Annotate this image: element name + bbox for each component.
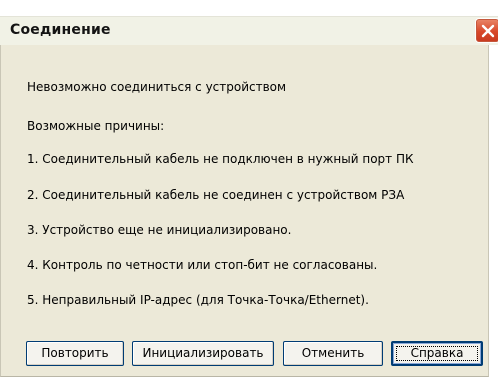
initialize-button[interactable]: Инициализировать bbox=[132, 341, 274, 366]
retry-button-label: Повторить bbox=[41, 346, 109, 360]
initialize-button-label: Инициализировать bbox=[142, 346, 264, 360]
title-bar[interactable]: Соединение bbox=[0, 16, 498, 45]
reason-item: 4. Контроль по четности или стоп-бит не … bbox=[27, 258, 378, 272]
close-button[interactable] bbox=[475, 18, 498, 43]
reason-item: 5. Неправильный IP-адрес (для Точка-Точк… bbox=[27, 293, 369, 307]
retry-button[interactable]: Повторить bbox=[26, 341, 124, 366]
close-icon bbox=[481, 24, 495, 38]
reason-item: 1. Соединительный кабель не подключен в … bbox=[27, 152, 414, 166]
reason-item: 3. Устройство еще не инициализировано. bbox=[27, 223, 292, 237]
reason-item: 2. Соединительный кабель не соединен с у… bbox=[27, 188, 405, 202]
cancel-button[interactable]: Отменить bbox=[283, 341, 383, 366]
help-button-label: Справка bbox=[410, 346, 464, 360]
reasons-heading: Возможные причины: bbox=[27, 119, 165, 133]
dialog-body: Невозможно соединиться с устройством Воз… bbox=[0, 45, 489, 377]
error-message: Невозможно соединиться с устройством bbox=[27, 80, 287, 94]
dialog-window: Соединение Невозможно соединиться с устр… bbox=[0, 0, 498, 382]
cancel-button-label: Отменить bbox=[301, 346, 365, 360]
help-button[interactable]: Справка bbox=[391, 341, 483, 366]
window-title: Соединение bbox=[10, 22, 111, 38]
